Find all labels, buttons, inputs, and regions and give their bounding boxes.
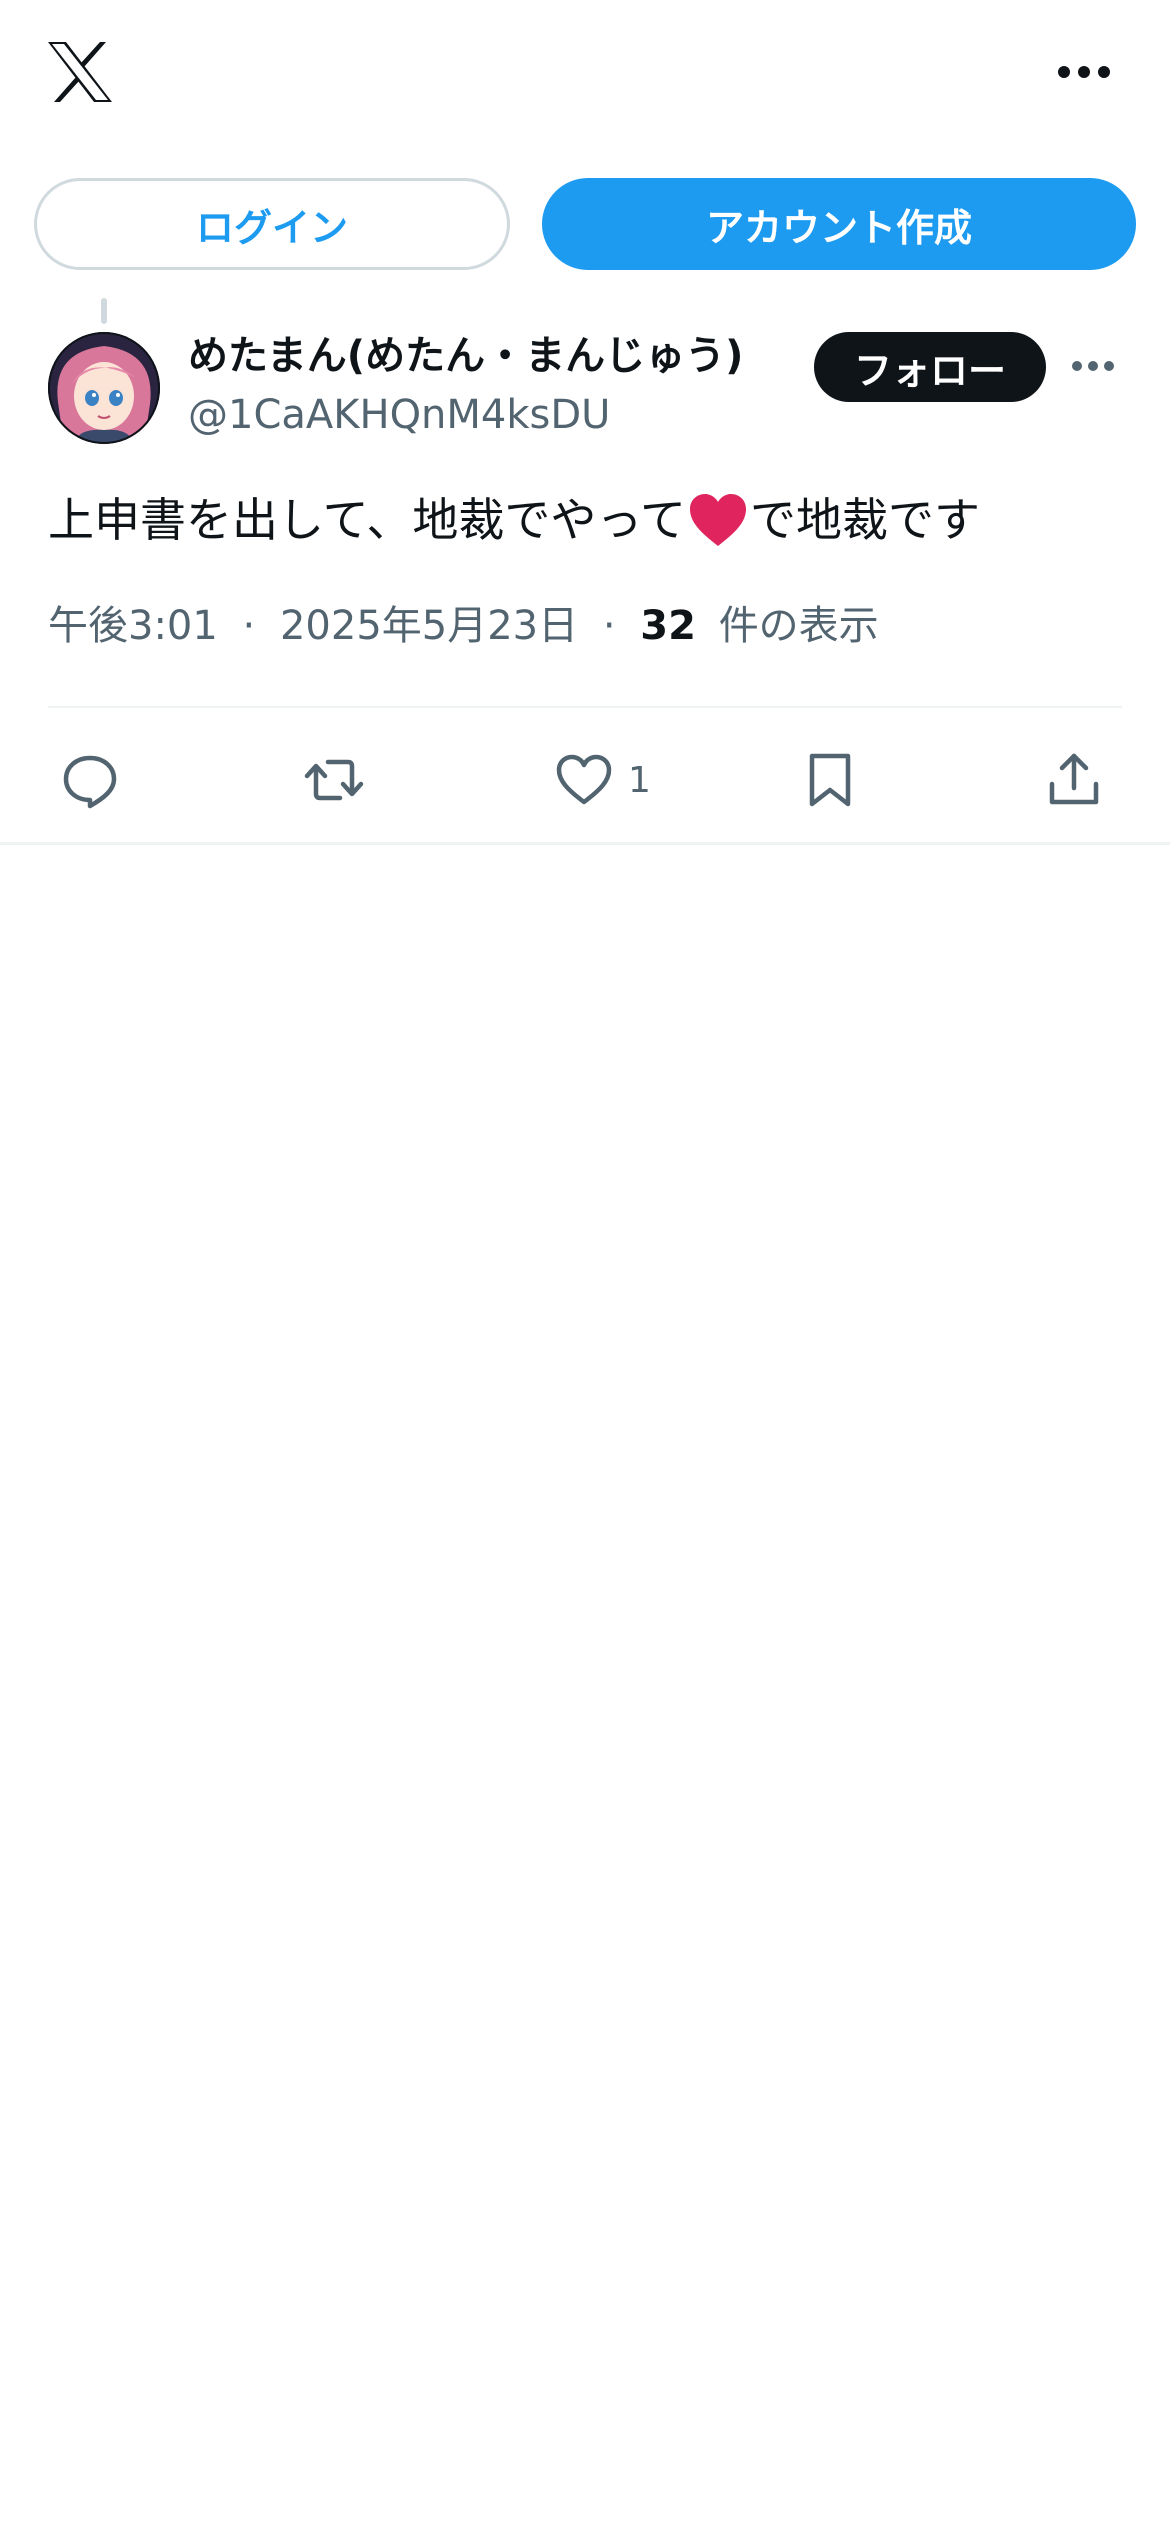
post-text-part-2: で地裁です xyxy=(750,493,981,547)
meta-separator: · xyxy=(602,603,616,649)
display-name[interactable]: めたまん(めたん・まんじゅう) xyxy=(188,328,808,384)
x-logo-icon[interactable] xyxy=(46,40,114,104)
like-button[interactable]: 1 xyxy=(554,740,651,820)
more-horizontal-icon[interactable] xyxy=(1056,58,1112,86)
action-bar: 1 xyxy=(0,740,1170,820)
user-handle[interactable]: @1CaAKHQnM4ksDU xyxy=(188,388,808,442)
views-label: 件の表示 xyxy=(718,603,879,649)
share-button[interactable] xyxy=(1044,740,1104,820)
reply-button[interactable] xyxy=(60,740,120,820)
bookmark-button[interactable] xyxy=(800,740,860,820)
post-date[interactable]: 2025年5月23日 xyxy=(280,603,578,649)
post-more-icon[interactable] xyxy=(1070,354,1116,378)
share-icon xyxy=(1049,753,1099,805)
post-text-part-1: 上申書を出して、地裁でやって xyxy=(48,493,687,547)
bookmark-icon xyxy=(809,753,851,807)
post-text: 上申書を出して、地裁でやって で地裁です xyxy=(48,484,1128,556)
heart-icon xyxy=(556,754,612,805)
meta-separator: · xyxy=(242,603,256,649)
like-count: 1 xyxy=(628,759,651,801)
retweet-button[interactable] xyxy=(304,740,364,820)
reply-icon xyxy=(63,755,117,809)
signup-button[interactable]: アカウント作成 xyxy=(542,178,1136,270)
top-bar xyxy=(0,0,1170,160)
avatar-anime-girl-icon xyxy=(48,332,160,444)
views-count: 32 xyxy=(640,603,696,649)
auth-buttons: ログイン アカウント作成 xyxy=(0,178,1170,270)
divider xyxy=(48,706,1122,708)
post-time[interactable]: 午後3:01 xyxy=(48,603,218,649)
heart-emoji-icon xyxy=(690,494,747,546)
avatar[interactable] xyxy=(48,332,160,444)
follow-button[interactable]: フォロー xyxy=(814,332,1046,402)
post-bottom-border xyxy=(0,842,1170,845)
post-meta: 午後3:01 · 2025年5月23日 · 32 件の表示 xyxy=(48,596,1128,656)
thread-line xyxy=(101,298,107,324)
retweet-icon xyxy=(304,759,364,801)
login-button[interactable]: ログイン xyxy=(34,178,510,270)
